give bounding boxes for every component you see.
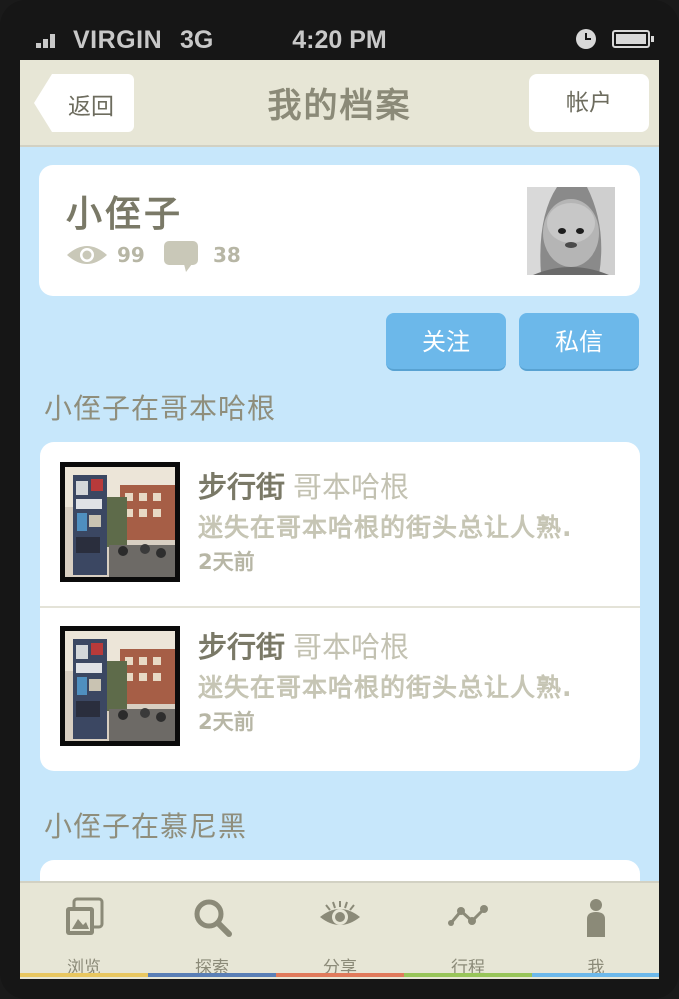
tab-color-stripe	[532, 973, 659, 977]
post-location: 步行街 哥本哈根	[198, 464, 409, 506]
post-time: 2天前	[198, 550, 255, 574]
profile-name: 小侄子	[66, 194, 184, 235]
feed-card: 步行街 哥本哈根 迷失在哥本哈根的街头总让人熟. 2天前 步行街 哥本哈根 迷失…	[40, 442, 640, 771]
route-icon	[448, 905, 488, 926]
eye-icon	[67, 246, 107, 264]
tab-color-stripe	[404, 973, 532, 977]
post-thumbnail[interactable]	[60, 462, 180, 582]
account-button[interactable]: 帐户	[529, 74, 649, 132]
profile-card: 小侄子 99 38	[39, 165, 640, 296]
battery-icon	[612, 30, 654, 48]
photos-icon	[66, 897, 104, 935]
section-title: 小侄子在哥本哈根	[44, 392, 277, 425]
comment-icon	[164, 241, 198, 272]
tab-color-stripe	[20, 973, 148, 977]
tab-me[interactable]: 我	[532, 883, 659, 978]
feed-item[interactable]: 步行街 哥本哈根 迷失在哥本哈根的街头总让人熟. 2天前	[40, 606, 640, 770]
post-thumbnail[interactable]	[60, 626, 180, 746]
post-street: 步行街	[198, 470, 286, 504]
status-bar: VIRGIN 3G 4:20 PM	[20, 20, 659, 60]
post-description: 迷失在哥本哈根的街头总让人熟.	[198, 673, 573, 702]
tab-itinerary[interactable]: 行程	[404, 883, 532, 978]
follow-button[interactable]: 关注	[386, 313, 506, 371]
tab-color-stripe	[148, 973, 276, 977]
comment-count: 38	[213, 243, 241, 267]
post-street: 步行街	[198, 630, 286, 664]
view-count: 99	[117, 243, 145, 267]
post-time: 2天前	[198, 710, 255, 734]
person-icon	[587, 899, 605, 937]
feed-item[interactable]: 步行街 哥本哈根 迷失在哥本哈根的街头总让人熟. 2天前	[40, 442, 640, 606]
post-city: 哥本哈根	[293, 630, 410, 664]
tab-explore[interactable]: 探索	[148, 883, 276, 978]
alarm-clock-icon	[576, 29, 596, 49]
tab-bar: 浏览 探索 分享 行程 我	[20, 881, 659, 979]
avatar[interactable]	[527, 187, 615, 275]
section-title: 小侄子在慕尼黑	[44, 810, 248, 843]
post-description: 迷失在哥本哈根的街头总让人熟.	[198, 513, 573, 542]
search-icon	[194, 899, 232, 937]
eye-icon	[320, 901, 360, 925]
message-button[interactable]: 私信	[519, 313, 639, 371]
tab-color-stripe	[276, 973, 404, 977]
tab-share[interactable]: 分享	[276, 883, 404, 978]
status-time: 4:20 PM	[292, 26, 387, 54]
screen: VIRGIN 3G 4:20 PM 返回 我的档案 帐户 小侄子 99 38 关…	[20, 20, 659, 979]
post-city: 哥本哈根	[293, 470, 410, 504]
tab-browse[interactable]: 浏览	[20, 883, 148, 978]
phone-frame: VIRGIN 3G 4:20 PM 返回 我的档案 帐户 小侄子 99 38 关…	[0, 0, 679, 999]
post-location: 步行街 哥本哈根	[198, 624, 409, 666]
navigation-bar: 返回 我的档案 帐户	[20, 60, 659, 147]
